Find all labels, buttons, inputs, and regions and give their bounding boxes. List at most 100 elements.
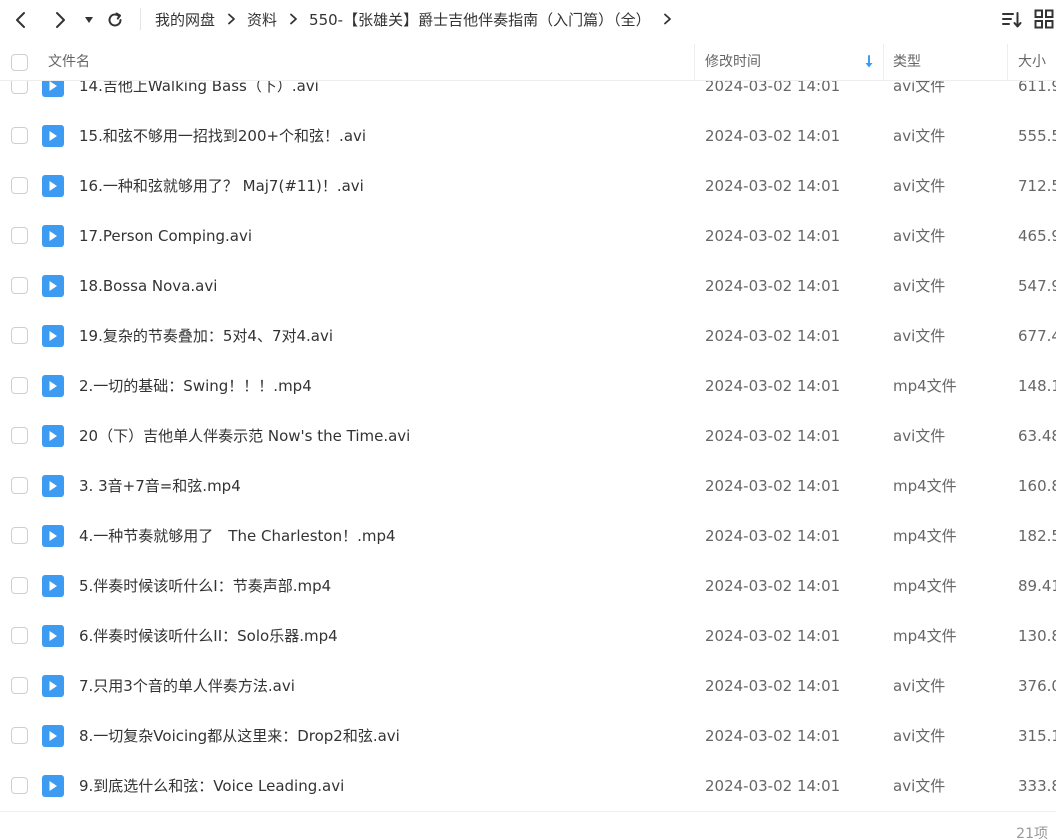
chevron-right-icon bbox=[56, 12, 65, 28]
file-row[interactable]: 15.和弦不够用一招找到200+个和弦！.avi 2024-03-02 14:01… bbox=[0, 111, 1056, 161]
breadcrumb-item-my-drive[interactable]: 我的网盘 bbox=[155, 9, 215, 30]
breadcrumb-item-materials[interactable]: 资料 bbox=[247, 9, 277, 30]
file-size: 182.5 bbox=[1018, 527, 1056, 545]
file-modified-time: 2024-03-02 14:01 bbox=[705, 527, 841, 545]
file-checkbox[interactable] bbox=[11, 177, 28, 194]
file-checkbox[interactable] bbox=[11, 327, 28, 344]
column-header-type[interactable]: 类型 bbox=[893, 44, 921, 81]
file-checkbox[interactable] bbox=[11, 127, 28, 144]
file-modified-time: 2024-03-02 14:01 bbox=[705, 727, 841, 745]
video-file-icon bbox=[42, 775, 64, 797]
file-row[interactable]: 7.只用3个音的单人伴奏方法.avi 2024-03-02 14:01 avi文件 3… bbox=[0, 661, 1056, 711]
file-row[interactable]: 8.一切复杂Voicing都从这里来：Drop2和弦.avi 2024-03-02… bbox=[0, 711, 1056, 761]
file-type: avi文件 bbox=[893, 677, 946, 695]
file-name[interactable]: 7.只用3个音的单人伴奏方法.avi bbox=[79, 675, 295, 697]
file-row[interactable]: 16.一种和弦就够用了？ Maj7(#11)！.avi 2024-03-02 14… bbox=[0, 161, 1056, 211]
file-checkbox[interactable] bbox=[11, 627, 28, 644]
video-file-icon bbox=[42, 325, 64, 347]
file-row[interactable]: 3. 3音+7音=和弦.mp4 2024-03-02 14:01 mp4文件 160.… bbox=[0, 461, 1056, 511]
file-row[interactable]: 18.Bossa Nova.avi 2024-03-02 14:01 avi文件 54… bbox=[0, 261, 1056, 311]
file-size: 712.5 bbox=[1018, 177, 1056, 195]
file-list: 14.吉他上Walking Bass（下）.avi 2024-03-02 14:0… bbox=[0, 61, 1056, 811]
file-size: 376.0 bbox=[1018, 677, 1056, 695]
file-name[interactable]: 2.一切的基础：Swing！！！.mp4 bbox=[79, 375, 312, 397]
column-header-modified[interactable]: 修改时间 bbox=[705, 44, 761, 81]
file-modified-time: 2024-03-02 14:01 bbox=[705, 577, 841, 595]
file-checkbox[interactable] bbox=[11, 577, 28, 594]
file-type: avi文件 bbox=[893, 427, 946, 445]
file-row[interactable]: 2.一切的基础：Swing！！！.mp4 2024-03-02 14:01 mp4文… bbox=[0, 361, 1056, 411]
file-size: 160.8 bbox=[1018, 477, 1056, 495]
file-name[interactable]: 18.Bossa Nova.avi bbox=[79, 275, 217, 297]
back-button[interactable] bbox=[9, 8, 33, 32]
video-file-icon bbox=[42, 125, 64, 147]
file-name[interactable]: 6.伴奏时候该听什么II：Solo乐器.mp4 bbox=[79, 625, 338, 647]
select-all-checkbox[interactable] bbox=[11, 54, 28, 71]
file-row[interactable]: 20（下）吉他单人伴奏示范 Now's the Time.avi 2024-03-… bbox=[0, 411, 1056, 461]
video-file-icon bbox=[42, 375, 64, 397]
file-checkbox[interactable] bbox=[11, 427, 28, 444]
file-size: 555.5 bbox=[1018, 127, 1056, 145]
file-type: avi文件 bbox=[893, 327, 946, 345]
history-dropdown-button[interactable] bbox=[77, 8, 101, 32]
breadcrumb: 我的网盘 资料 550-【张雄关】爵士吉他伴奏指南（入门篇）（全） bbox=[155, 9, 683, 29]
column-divider[interactable] bbox=[883, 44, 884, 81]
refresh-button[interactable] bbox=[103, 8, 127, 32]
file-name[interactable]: 5.伴奏时候该听什么I：节奏声部.mp4 bbox=[79, 575, 331, 597]
file-checkbox[interactable] bbox=[11, 777, 28, 794]
video-file-icon bbox=[42, 425, 64, 447]
column-header-size[interactable]: 大小 bbox=[1018, 44, 1046, 81]
file-checkbox[interactable] bbox=[11, 227, 28, 244]
file-modified-time: 2024-03-02 14:01 bbox=[705, 127, 841, 145]
file-name[interactable]: 19.复杂的节奏叠加：5对4、7对4.avi bbox=[79, 325, 333, 347]
file-checkbox[interactable] bbox=[11, 377, 28, 394]
file-size: 315.1 bbox=[1018, 727, 1056, 745]
video-file-icon bbox=[42, 575, 64, 597]
file-modified-time: 2024-03-02 14:01 bbox=[705, 777, 841, 795]
column-divider[interactable] bbox=[1007, 44, 1008, 81]
file-checkbox[interactable] bbox=[11, 527, 28, 544]
file-checkbox[interactable] bbox=[11, 677, 28, 694]
file-row[interactable]: 5.伴奏时候该听什么I：节奏声部.mp4 2024-03-02 14:01 mp4文… bbox=[0, 561, 1056, 611]
sort-button[interactable] bbox=[1001, 9, 1023, 31]
file-modified-time: 2024-03-02 14:01 bbox=[705, 277, 841, 295]
file-modified-time: 2024-03-02 14:01 bbox=[705, 177, 841, 195]
file-modified-time: 2024-03-02 14:01 bbox=[705, 477, 841, 495]
file-name[interactable]: 8.一切复杂Voicing都从这里来：Drop2和弦.avi bbox=[79, 725, 400, 747]
file-type: mp4文件 bbox=[893, 527, 957, 545]
file-name[interactable]: 3. 3音+7音=和弦.mp4 bbox=[79, 475, 241, 497]
refresh-icon bbox=[108, 12, 122, 27]
file-type: avi文件 bbox=[893, 777, 946, 795]
top-bar: 我的网盘 资料 550-【张雄关】爵士吉他伴奏指南（入门篇）（全） bbox=[0, 0, 1056, 40]
file-row[interactable]: 9.到底选什么和弦：Voice Leading.avi 2024-03-02 14… bbox=[0, 761, 1056, 811]
file-name[interactable]: 9.到底选什么和弦：Voice Leading.avi bbox=[79, 775, 344, 797]
file-name[interactable]: 16.一种和弦就够用了？ Maj7(#11)！.avi bbox=[79, 175, 364, 197]
file-checkbox[interactable] bbox=[11, 277, 28, 294]
view-mode-button[interactable] bbox=[1034, 9, 1056, 31]
grid-view-icon bbox=[1034, 9, 1054, 29]
file-size: 465.9 bbox=[1018, 227, 1056, 245]
file-type: avi文件 bbox=[893, 227, 946, 245]
file-row[interactable]: 6.伴奏时候该听什么II：Solo乐器.mp4 2024-03-02 14:01 m… bbox=[0, 611, 1056, 661]
file-row[interactable]: 4.一种节奏就够用了 The Charleston！.mp4 2024-03-02… bbox=[0, 511, 1056, 561]
file-checkbox[interactable] bbox=[11, 727, 28, 744]
column-header-name[interactable]: 文件名 bbox=[48, 44, 90, 81]
file-row[interactable]: 19.复杂的节奏叠加：5对4、7对4.avi 2024-03-02 14:01 av… bbox=[0, 311, 1056, 361]
video-file-icon bbox=[42, 625, 64, 647]
file-name[interactable]: 4.一种节奏就够用了 The Charleston！.mp4 bbox=[79, 525, 396, 547]
sort-descending-icon[interactable] bbox=[864, 55, 874, 69]
forward-button[interactable] bbox=[48, 8, 72, 32]
file-checkbox[interactable] bbox=[11, 477, 28, 494]
file-name[interactable]: 15.和弦不够用一招找到200+个和弦！.avi bbox=[79, 125, 366, 147]
file-name[interactable]: 17.Person Comping.avi bbox=[79, 225, 252, 247]
column-divider[interactable] bbox=[694, 44, 695, 81]
chevron-right-icon bbox=[289, 13, 298, 25]
breadcrumb-overflow-button[interactable] bbox=[663, 13, 672, 25]
video-file-icon bbox=[42, 175, 64, 197]
file-size: 130.8 bbox=[1018, 627, 1056, 645]
toolbar-divider bbox=[140, 8, 141, 30]
file-name[interactable]: 20（下）吉他单人伴奏示范 Now's the Time.avi bbox=[79, 425, 410, 447]
file-row[interactable]: 17.Person Comping.avi 2024-03-02 14:01 avi… bbox=[0, 211, 1056, 261]
breadcrumb-item-current-folder[interactable]: 550-【张雄关】爵士吉他伴奏指南（入门篇）（全） bbox=[309, 9, 651, 30]
file-size: 677.4 bbox=[1018, 327, 1056, 345]
